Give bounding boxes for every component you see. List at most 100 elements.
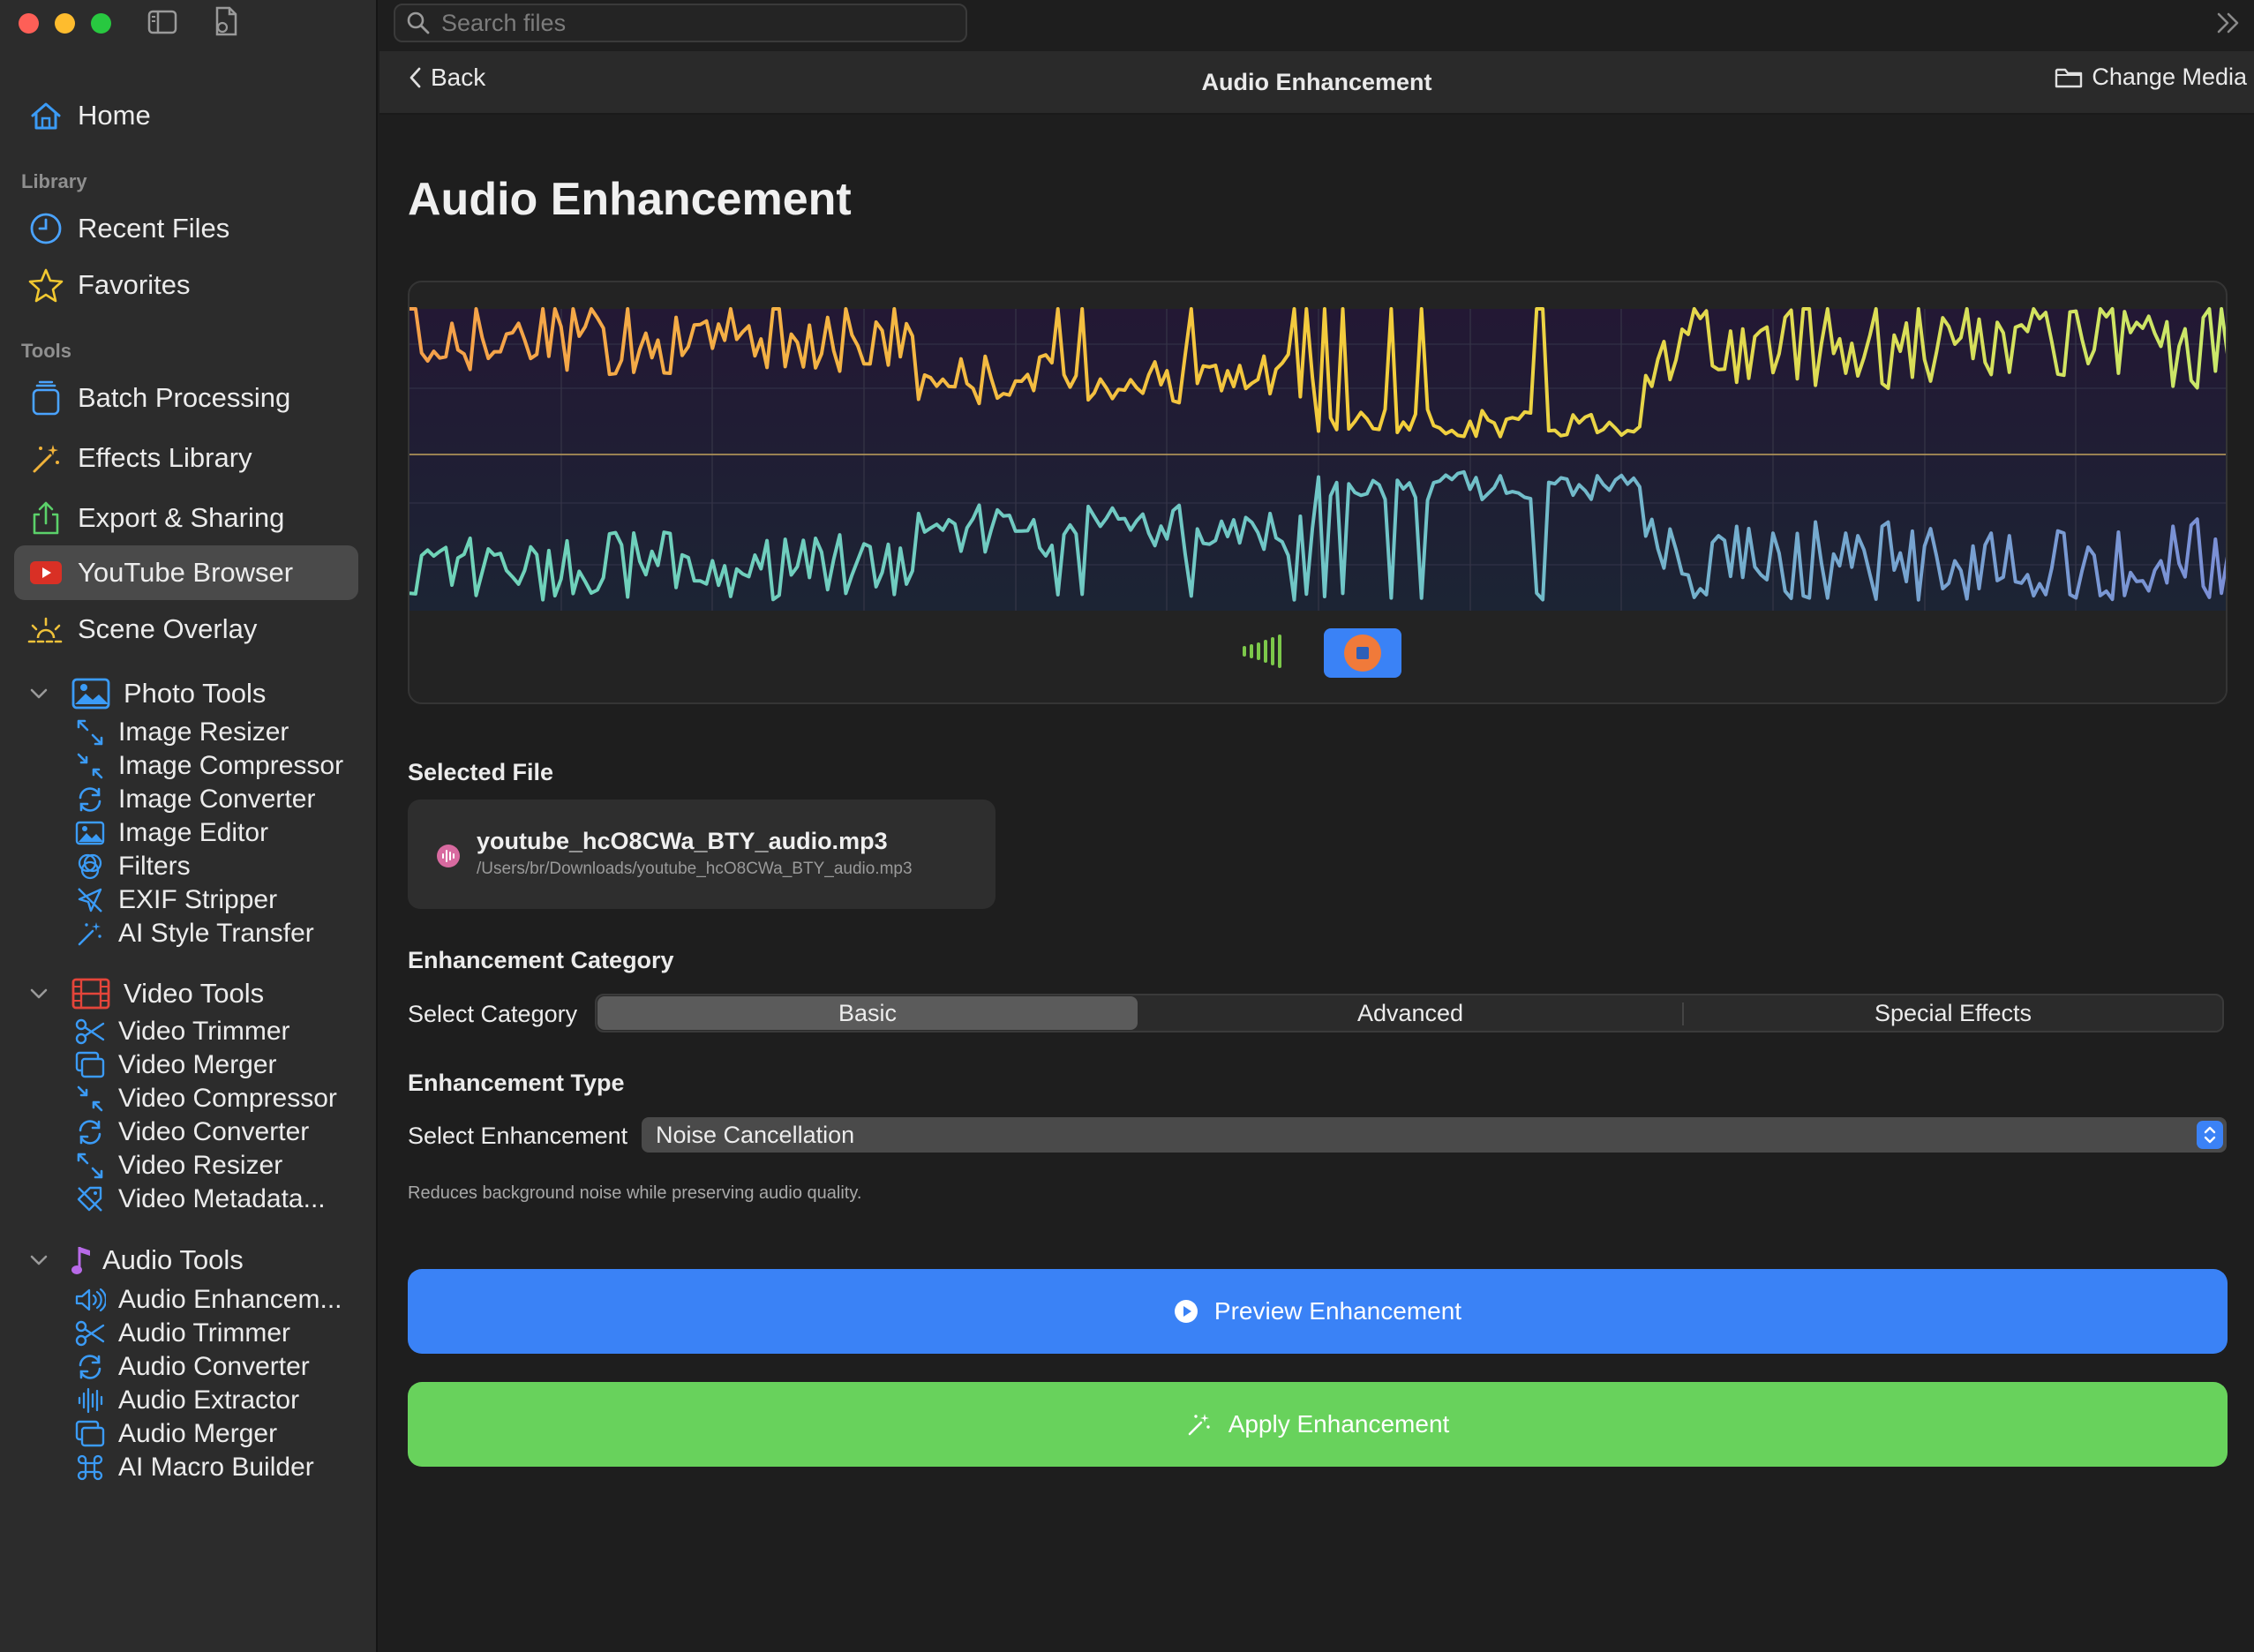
- search-icon: [406, 11, 431, 35]
- sidebar-item-label: AI Macro Builder: [118, 1453, 314, 1482]
- file-path: /Users/br/Downloads/youtube_hcO8CWa_BTY_…: [477, 860, 913, 878]
- apply-enhancement-button[interactable]: Apply Enhancement: [408, 1382, 2228, 1467]
- sidebar-item-scene-overlay[interactable]: Scene Overlay: [14, 602, 358, 657]
- resize-arrows-icon: [74, 1150, 106, 1182]
- sidebar-item-audio-extractor[interactable]: Audio Extractor: [74, 1385, 299, 1416]
- enhancement-category-header: Enhancement Category: [408, 947, 674, 973]
- zoom-window-button[interactable]: [91, 13, 111, 34]
- minimize-window-button[interactable]: [55, 13, 75, 34]
- sidebar-item-label: Effects Library: [78, 442, 252, 473]
- overlap-squares-icon: [74, 1418, 106, 1450]
- app-window: Home Library Recent Files Favorites Tool…: [0, 0, 2254, 1652]
- sidebar-item-label: AI Style Transfer: [118, 919, 314, 948]
- house-icon: [26, 96, 65, 135]
- audio-file-icon: [436, 844, 461, 868]
- preview-enhancement-label: Preview Enhancement: [1213, 1297, 1462, 1325]
- sidebar-item-image-compressor[interactable]: Image Compressor: [74, 750, 343, 782]
- sidebar-item-effects-library[interactable]: Effects Library: [14, 431, 358, 485]
- change-media-button[interactable]: Change Media: [2055, 64, 2247, 91]
- sidebar-item-filters[interactable]: Filters: [74, 851, 191, 882]
- double-chevron-right-icon[interactable]: [2215, 11, 2242, 40]
- speaker-wave-icon: [74, 1284, 106, 1316]
- audio-level-icon: [1241, 634, 1283, 673]
- sidebar-item-label: Export & Sharing: [78, 502, 285, 533]
- sidebar-item-video-converter[interactable]: Video Converter: [74, 1116, 309, 1148]
- enhancement-select[interactable]: Noise Cancellation: [642, 1117, 2227, 1153]
- compress-arrows-icon: [74, 1083, 106, 1115]
- sidebar-item-label: Image Compressor: [118, 751, 344, 780]
- sidebar-item-label: Video Trimmer: [118, 1017, 290, 1046]
- photo-icon: [71, 676, 111, 711]
- preview-enhancement-button[interactable]: Preview Enhancement: [408, 1269, 2228, 1354]
- tools-section-header: Tools: [21, 340, 72, 362]
- sidebar-item-video-trimmer[interactable]: Video Trimmer: [74, 1016, 290, 1048]
- sidebar-item-exif-stripper[interactable]: EXIF Stripper: [74, 884, 277, 916]
- stop-playback-button[interactable]: [1324, 628, 1401, 678]
- sidebar-item-label: Video Compressor: [118, 1084, 337, 1113]
- sidebar-item-label: Recent Files: [78, 213, 230, 244]
- sidebar-item-ai-style-transfer[interactable]: AI Style Transfer: [74, 918, 314, 950]
- sidebar-item-label: Favorites: [78, 269, 191, 300]
- close-window-button[interactable]: [19, 13, 39, 34]
- sidebar-item-home[interactable]: Home: [14, 88, 358, 143]
- scissors-icon: [74, 1016, 106, 1048]
- stack-icon: [26, 379, 65, 417]
- sidebar-item-audio-converter[interactable]: Audio Converter: [74, 1351, 310, 1383]
- sidebar-item-image-resizer[interactable]: Image Resizer: [74, 717, 289, 748]
- sidebar-item-youtube-browser[interactable]: YouTube Browser: [14, 545, 358, 600]
- apply-enhancement-label: Apply Enhancement: [1228, 1410, 1450, 1438]
- sidebar-item-label: Batch Processing: [78, 382, 291, 413]
- music-note-icon: [71, 1243, 92, 1278]
- sunrise-icon: [26, 610, 65, 649]
- group-label: Audio Tools: [102, 1244, 244, 1275]
- sidebar-item-video-compressor[interactable]: Video Compressor: [74, 1083, 337, 1115]
- group-label: Video Tools: [124, 978, 265, 1009]
- sidebar-item-audio-trimmer[interactable]: Audio Trimmer: [74, 1318, 290, 1349]
- sidebar-item-label: Video Resizer: [118, 1151, 283, 1180]
- tag-slash-icon: [74, 1183, 106, 1215]
- overlap-squares-icon: [74, 1049, 106, 1081]
- segment-special-effects[interactable]: Special Effects: [1684, 996, 2222, 1030]
- sidebar-item-export-sharing[interactable]: Export & Sharing: [14, 491, 358, 545]
- sidebar-item-label: Audio Converter: [118, 1352, 310, 1381]
- film-icon: [71, 976, 111, 1011]
- compress-arrows-icon: [74, 750, 106, 782]
- sidebar-item-recent-files[interactable]: Recent Files: [14, 201, 358, 256]
- group-photo-tools[interactable]: Photo Tools: [26, 674, 266, 713]
- chevron-down-icon[interactable]: [26, 1254, 51, 1266]
- sidebar-item-audio-enhancement[interactable]: Audio Enhancem...: [74, 1284, 342, 1316]
- magic-wand-icon: [1186, 1411, 1213, 1438]
- sidebar-item-video-resizer[interactable]: Video Resizer: [74, 1150, 282, 1182]
- folder-icon: [2055, 66, 2083, 89]
- stop-icon: [1343, 634, 1382, 672]
- sidebar-item-label: Image Editor: [118, 818, 269, 847]
- search-bar[interactable]: [394, 4, 967, 42]
- segment-advanced[interactable]: Advanced: [1140, 996, 1680, 1030]
- sidebar-item-image-editor[interactable]: Image Editor: [74, 817, 268, 849]
- sparkle-wand-icon: [26, 439, 65, 477]
- sidebar-item-batch-processing[interactable]: Batch Processing: [14, 371, 358, 425]
- sidebar-item-ai-macro-builder[interactable]: AI Macro Builder: [74, 1452, 314, 1483]
- sidebar-item-label: Image Converter: [118, 785, 316, 814]
- sidebar-item-video-merger[interactable]: Video Merger: [74, 1049, 277, 1081]
- sidebar-item-image-converter[interactable]: Image Converter: [74, 784, 315, 815]
- file-name: youtube_hcO8CWa_BTY_audio.mp3: [477, 828, 888, 854]
- segment-basic[interactable]: Basic: [597, 996, 1138, 1030]
- page-title: Audio Enhancement: [408, 174, 852, 225]
- category-segmented-control[interactable]: Basic Advanced Special Effects: [595, 994, 2224, 1032]
- chevron-down-icon[interactable]: [26, 987, 51, 1000]
- group-video-tools[interactable]: Video Tools: [26, 974, 264, 1013]
- sidebar-item-video-metadata[interactable]: Video Metadata...: [74, 1183, 326, 1215]
- convert-arrows-icon: [74, 1351, 106, 1383]
- sidebar-item-label: YouTube Browser: [78, 557, 294, 588]
- group-audio-tools[interactable]: Audio Tools: [26, 1241, 244, 1280]
- new-document-icon[interactable]: [212, 5, 240, 41]
- sidebar-item-favorites[interactable]: Favorites: [14, 258, 358, 312]
- search-input[interactable]: [440, 8, 937, 38]
- nav-title: Audio Enhancement: [1201, 69, 1432, 95]
- magic-wand-icon: [74, 918, 106, 950]
- scissors-icon: [74, 1318, 106, 1349]
- chevron-down-icon[interactable]: [26, 687, 51, 700]
- sidebar-toggle-icon[interactable]: [147, 9, 177, 40]
- sidebar-item-audio-merger[interactable]: Audio Merger: [74, 1418, 277, 1450]
